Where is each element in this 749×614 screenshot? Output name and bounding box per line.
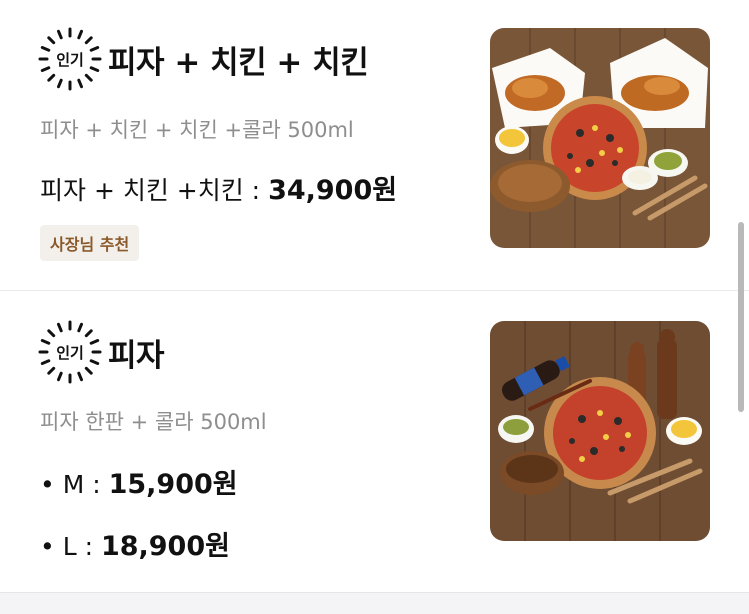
price-label: 피자 + 치킨 +치킨 : — [40, 176, 269, 205]
size-label: • L : — [40, 532, 101, 561]
menu-item[interactable]: 인기 피자 피자 한판 + 콜라 500ml • M : 15,900원 • L… — [0, 291, 749, 591]
popular-badge-label: 인기 — [56, 50, 84, 69]
section-divider — [0, 592, 749, 614]
size-price-line: • L : 18,900원 — [40, 524, 230, 563]
pizza-and-chicken-photo[interactable] — [490, 28, 710, 248]
menu-title: 피자 — [108, 337, 165, 374]
size-price: 18,900원 — [100, 531, 230, 562]
recommend-tag-label: 사장님 추천 — [50, 235, 130, 254]
vertical-scrollbar[interactable] — [738, 222, 744, 412]
menu-item[interactable]: 인기 피자 + 치킨 + 치킨 피자 + 치킨 + 치킨 +콜라 500ml 피… — [0, 0, 749, 291]
size-price: 15,900원 — [108, 469, 238, 500]
recommend-tag: 사장님 추천 — [40, 225, 140, 261]
size-price-line: • M : 15,900원 — [40, 462, 238, 501]
menu-description: 피자 + 치킨 + 치킨 +콜라 500ml — [40, 118, 354, 142]
menu-description: 피자 한판 + 콜라 500ml — [40, 410, 267, 434]
price-value: 34,900원 — [268, 175, 398, 206]
size-label: • M : — [40, 470, 109, 499]
menu-title-row: 인기 피자 — [38, 320, 165, 384]
popular-badge-label: 인기 — [56, 343, 84, 362]
menu-title-row: 인기 피자 + 치킨 + 치킨 — [38, 27, 369, 91]
popular-badge-icon: 인기 — [38, 27, 102, 91]
popular-badge-icon: 인기 — [38, 320, 102, 384]
price-line: 피자 + 치킨 +치킨 : 34,900원 — [40, 168, 397, 207]
menu-title: 피자 + 치킨 + 치킨 — [108, 44, 369, 81]
pizza-set-photo[interactable] — [490, 321, 710, 541]
